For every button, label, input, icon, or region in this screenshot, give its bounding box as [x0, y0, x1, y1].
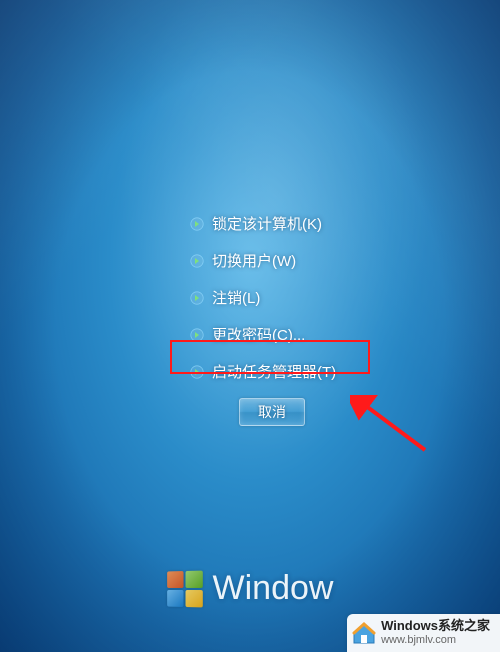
menu-item-switch-user[interactable]: 切换用户(W): [186, 247, 340, 274]
menu-item-label: 锁定该计算机(K): [212, 213, 322, 234]
watermark-url: www.bjmlv.com: [381, 634, 490, 648]
arrow-right-icon: [190, 365, 204, 379]
menu-item-logoff[interactable]: 注销(L): [186, 284, 340, 311]
arrow-right-icon: [190, 328, 204, 342]
menu-item-task-manager[interactable]: 启动任务管理器(T): [186, 358, 340, 385]
arrow-right-icon: [190, 291, 204, 305]
watermark-title: Windows系统之家: [381, 618, 490, 634]
menu-item-label: 启动任务管理器(T): [212, 361, 336, 382]
watermark: Windows系统之家 www.bjmlv.com: [347, 614, 500, 652]
cancel-button[interactable]: 取消: [239, 398, 305, 426]
arrow-right-icon: [190, 254, 204, 268]
house-icon: [351, 620, 377, 646]
windows-logo-icon: [167, 570, 203, 607]
menu-item-label: 注销(L): [212, 287, 260, 308]
menu-item-label: 更改密码(C)...: [212, 324, 305, 345]
menu-item-change-password[interactable]: 更改密码(C)...: [186, 321, 340, 348]
ctrl-alt-del-menu: 锁定该计算机(K) 切换用户(W) 注销(L) 更改密码(C)... 启动任务管…: [186, 210, 340, 385]
annotation-arrow-icon: [350, 395, 430, 455]
arrow-right-icon: [190, 217, 204, 231]
windows-brand: Window: [167, 569, 334, 608]
menu-item-label: 切换用户(W): [212, 250, 296, 271]
brand-text: Window: [213, 569, 334, 608]
menu-item-lock[interactable]: 锁定该计算机(K): [186, 210, 340, 237]
